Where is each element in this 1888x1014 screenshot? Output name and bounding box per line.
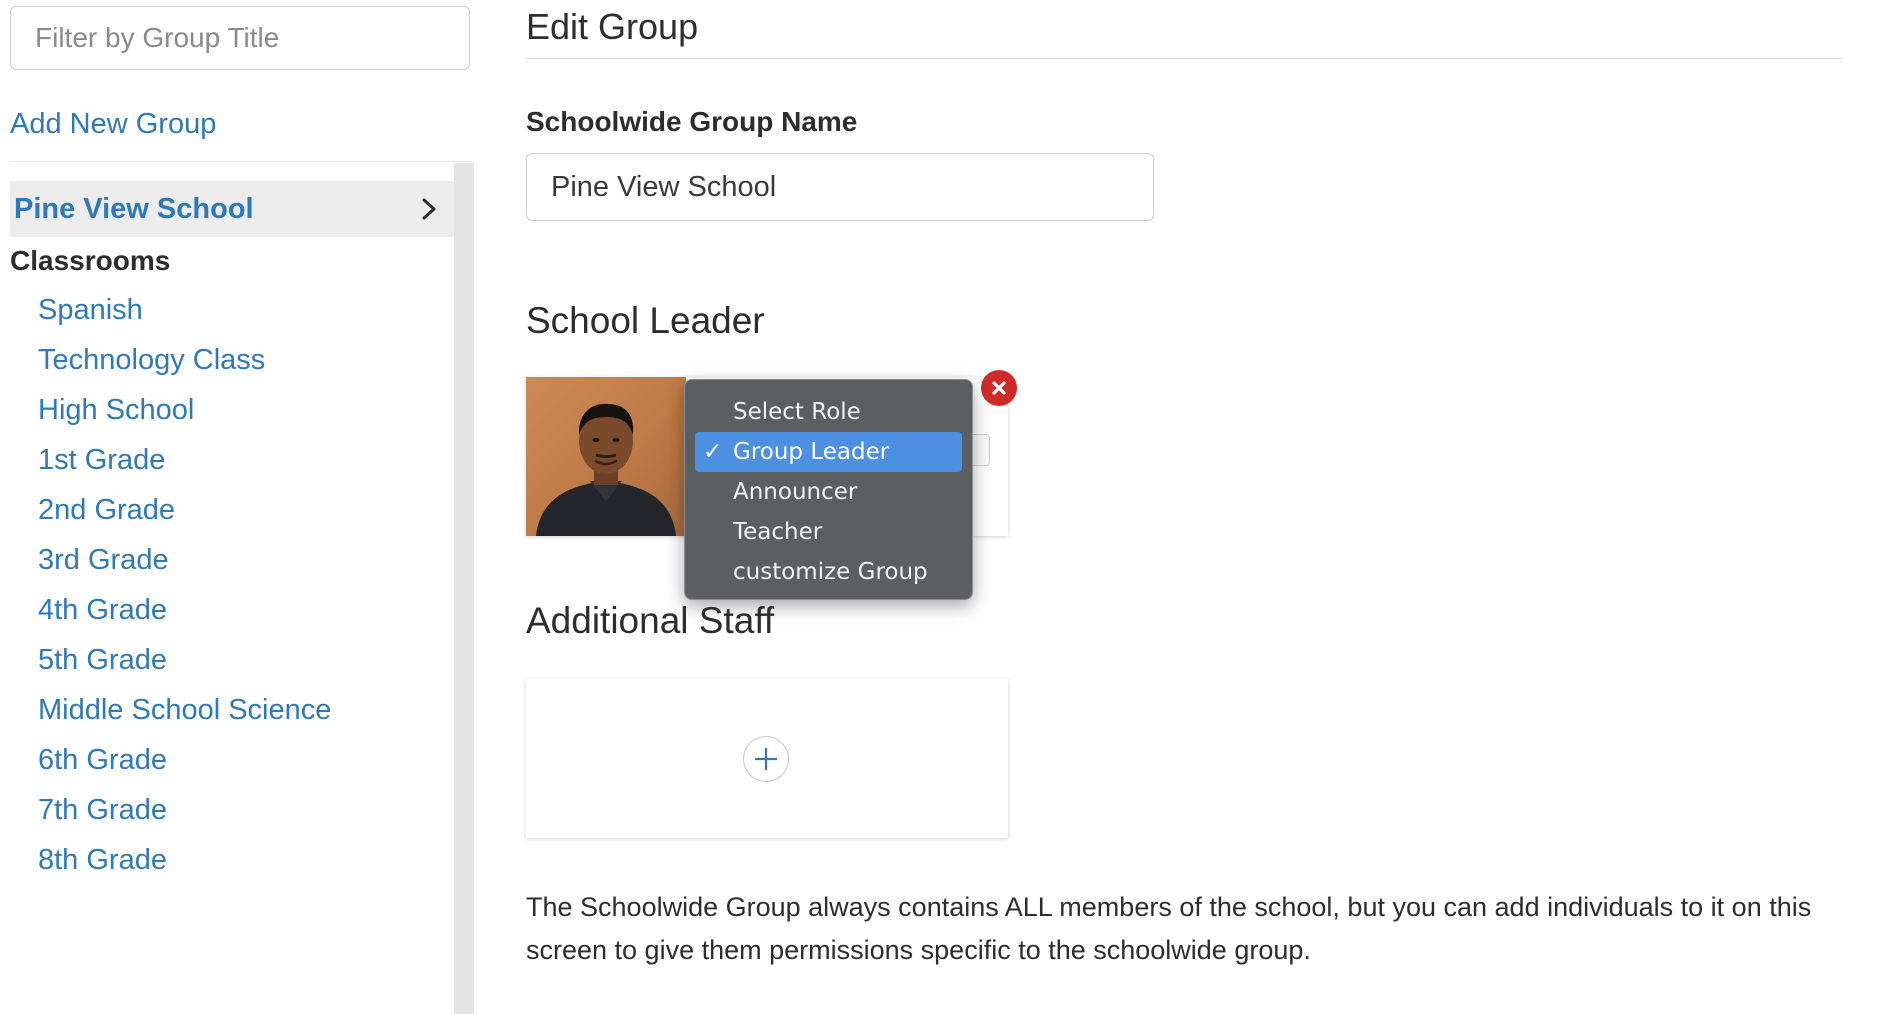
additional-staff-heading: Additional Staff <box>526 600 775 641</box>
role-option-label: Teacher <box>733 519 823 545</box>
close-circle-icon[interactable] <box>981 370 1017 406</box>
sidebar-item-pine-view-school[interactable]: Pine View School <box>10 181 454 237</box>
role-option-customize-group[interactable]: customize Group <box>695 552 962 592</box>
sidebar-item-classroom[interactable]: 1st Grade <box>38 444 165 477</box>
sidebar-item-classroom[interactable]: 4th Grade <box>38 594 167 627</box>
title-divider <box>526 58 1842 59</box>
role-option-select-role[interactable]: Select Role <box>695 392 962 432</box>
role-option-teacher[interactable]: Teacher <box>695 512 962 552</box>
avatar <box>526 377 686 536</box>
sidebar-item-classroom[interactable]: 3rd Grade <box>38 544 169 577</box>
add-new-group-link[interactable]: Add New Group <box>10 108 216 141</box>
page-title: Edit Group <box>526 6 699 47</box>
sidebar-item-classroom[interactable]: High School <box>38 394 194 427</box>
role-option-label: customize Group <box>733 559 928 585</box>
sidebar-item-classroom[interactable]: 8th Grade <box>38 844 167 877</box>
additional-staff-card <box>526 679 1008 838</box>
sidebar-scrollbar[interactable] <box>454 163 474 1014</box>
school-leader-heading: School Leader <box>526 300 765 341</box>
sidebar-item-classroom[interactable]: 6th Grade <box>38 744 167 777</box>
schoolwide-group-info: The Schoolwide Group always contains ALL… <box>526 892 1812 965</box>
group-name-label: Schoolwide Group Name <box>526 106 858 137</box>
sidebar-item-classroom[interactable]: 7th Grade <box>38 794 167 827</box>
school-name: Pine View School <box>14 192 254 225</box>
sidebar-item-classroom[interactable]: Spanish <box>38 294 143 327</box>
role-option-announcer[interactable]: Announcer <box>695 472 962 512</box>
group-name-input[interactable] <box>526 153 1154 221</box>
check-icon: ✓ <box>703 439 723 465</box>
sidebar-item-classroom[interactable]: 5th Grade <box>38 644 167 677</box>
role-option-label: Group Leader <box>733 439 890 465</box>
sidebar-item-classroom[interactable]: Technology Class <box>38 344 265 377</box>
classrooms-heading: Classrooms <box>10 245 171 276</box>
filter-groups-input[interactable] <box>10 6 470 70</box>
role-option-label: Announcer <box>733 479 858 505</box>
chevron-right-icon <box>418 198 440 220</box>
add-staff-button[interactable] <box>743 736 789 782</box>
sidebar-item-classroom[interactable]: 2nd Grade <box>38 494 175 527</box>
sidebar-divider <box>10 161 473 162</box>
plus-icon <box>753 746 779 772</box>
role-option-label: Select Role <box>733 399 861 425</box>
role-dropdown-menu: Select Role ✓ Group Leader Announcer Tea… <box>684 379 973 600</box>
group-list: Pine View School Classrooms Spanish Tech… <box>0 163 470 1014</box>
sidebar-item-classroom[interactable]: Middle School Science <box>38 694 331 727</box>
role-option-group-leader[interactable]: ✓ Group Leader <box>695 432 962 472</box>
